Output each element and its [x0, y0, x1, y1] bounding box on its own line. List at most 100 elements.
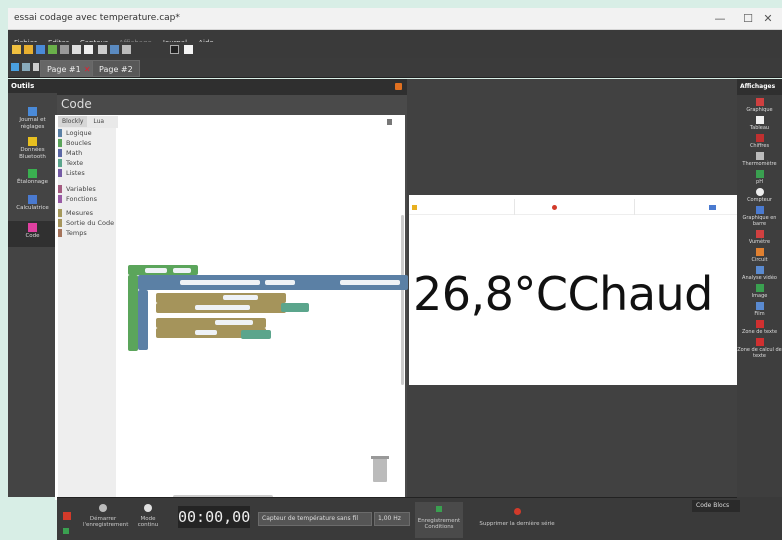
start-recording-label: Démarrer l'enregistrement	[83, 516, 129, 528]
delete-last-series-button[interactable]: Supprimer la dernière série	[475, 508, 559, 527]
console-tab[interactable]: Code Blocs	[692, 500, 740, 512]
block-slot	[195, 305, 250, 310]
block-slot	[340, 280, 400, 285]
paste-icon[interactable]	[84, 45, 93, 54]
undo-icon[interactable]	[110, 45, 119, 54]
tab-page-2[interactable]: Page #2	[92, 60, 140, 77]
display-value: 26,8°CChaud	[413, 267, 713, 321]
redo-icon[interactable]	[122, 45, 131, 54]
cut-icon[interactable]	[60, 45, 69, 54]
text-block[interactable]	[241, 330, 271, 339]
delete-last-series-label: Supprimer la dernière série	[479, 521, 555, 527]
record-icon	[99, 504, 107, 512]
category-label: Variables	[66, 185, 96, 193]
display-item-vumeter[interactable]: Vumètre	[737, 230, 782, 245]
chart-icon	[755, 98, 764, 106]
tab-page-2-label: Page #2	[99, 65, 133, 74]
tool-bluetooth[interactable]: Données Bluetooth	[8, 137, 57, 169]
journal-icon	[28, 107, 37, 116]
display-item-ph[interactable]: pH	[737, 170, 782, 185]
title-bar: essai codage avec temperature.cap* — ☐ ✕	[8, 8, 782, 30]
display-item-label: Thermomètre	[742, 161, 777, 167]
display-item-circuit[interactable]: Circuit	[737, 248, 782, 263]
display-item-counter[interactable]: Compteur	[737, 188, 782, 203]
display-item-calc-zone[interactable]: Zone de calcul de texte	[737, 338, 782, 359]
category-texte[interactable]: Texte	[58, 158, 116, 168]
category-math[interactable]: Math	[58, 148, 116, 158]
pin-icon[interactable]	[395, 83, 402, 90]
tools-panel: Outils Journal et réglages Données Bluet…	[8, 79, 57, 497]
bluetooth-icon	[28, 137, 37, 146]
display-item-video[interactable]: Analyse vidéo	[737, 266, 782, 281]
tool-journal[interactable]: Journal et réglages	[8, 107, 57, 137]
display-item-thermometer[interactable]: Thermomètre	[737, 152, 782, 167]
tool-code[interactable]: Code	[8, 221, 57, 247]
category-fonctions[interactable]: Fonctions	[58, 194, 116, 204]
category-sortie[interactable]: Sortie du Code	[58, 218, 116, 228]
display-item-digits[interactable]: Chiffres	[737, 134, 782, 149]
if-block-body	[138, 290, 148, 350]
add-icon[interactable]	[48, 45, 57, 54]
text-block[interactable]	[281, 303, 309, 312]
display-item-chart[interactable]: Graphique	[737, 98, 782, 113]
tool-calibration[interactable]: Étalonnage	[8, 169, 57, 195]
warning-icon	[412, 205, 417, 210]
grid-icon[interactable]	[22, 63, 30, 71]
display-item-label: Image	[751, 293, 768, 299]
conditions-icon	[436, 506, 442, 512]
home-icon[interactable]	[11, 63, 19, 71]
tool-journal-label: Journal et réglages	[19, 117, 46, 130]
close-tab-icon[interactable]: ✕	[84, 65, 91, 74]
block-slot	[173, 268, 191, 273]
category-listes[interactable]: Listes	[58, 168, 116, 178]
mode-button[interactable]: Mode continu	[131, 504, 165, 528]
display-item-bar-chart[interactable]: Graphique en barre	[737, 206, 782, 227]
category-label: Sortie du Code	[66, 219, 115, 227]
output-block[interactable]	[156, 293, 286, 303]
settings-icon[interactable]	[709, 205, 716, 210]
trash-icon[interactable]	[373, 458, 387, 482]
open-folder-icon[interactable]	[24, 45, 33, 54]
new-file-icon[interactable]	[12, 45, 21, 54]
display-widget[interactable]: 26,8°CChaud	[409, 195, 737, 385]
category-temps[interactable]: Temps	[58, 228, 116, 238]
display-item-text-zone[interactable]: Zone de texte	[737, 320, 782, 335]
tool-calculator[interactable]: Calculatrice	[8, 195, 57, 221]
display-item-film[interactable]: Film	[737, 302, 782, 317]
code-window-title: Code	[61, 97, 92, 111]
category-boucles[interactable]: Boucles	[58, 138, 116, 148]
camera-icon[interactable]	[170, 45, 179, 54]
thermometer-icon	[755, 152, 764, 160]
print-icon[interactable]	[98, 45, 107, 54]
status-icon	[63, 528, 69, 534]
video-icon	[755, 266, 764, 274]
code-icon	[28, 223, 37, 232]
vertical-scrollbar[interactable]	[401, 215, 404, 385]
conditions-button[interactable]: Enregistrement Conditions	[415, 502, 463, 538]
block-slot	[265, 280, 295, 285]
category-mesures[interactable]: Mesures	[58, 208, 116, 218]
category-label: Listes	[66, 169, 85, 177]
trash-lid	[371, 456, 389, 459]
minimize-button[interactable]: —	[706, 10, 734, 28]
workspace-menu-icon[interactable]	[387, 119, 392, 125]
display-item-image[interactable]: Image	[737, 284, 782, 299]
stop-icon[interactable]	[63, 512, 71, 520]
display-item-table[interactable]: Tableau	[737, 116, 782, 131]
start-recording-button[interactable]: Démarrer l'enregistrement	[83, 504, 129, 528]
copy-icon[interactable]	[72, 45, 81, 54]
toolbar	[8, 42, 782, 58]
page-icon[interactable]	[33, 63, 39, 71]
close-window-button[interactable]: ✕	[754, 10, 782, 28]
tab-blockly[interactable]: Blockly	[58, 116, 88, 127]
screenshot-icon[interactable]	[184, 45, 193, 54]
sensor-select[interactable]: Capteur de température sans fil	[258, 512, 372, 526]
tab-page-1[interactable]: Page #1 ✕	[40, 60, 98, 77]
save-icon[interactable]	[36, 45, 45, 54]
category-logique[interactable]: Logique	[58, 128, 116, 138]
rate-select[interactable]: 1,00 Hz	[374, 512, 410, 526]
menu-bar: Fichier Editer Capteur Affichage Journal…	[8, 30, 782, 47]
tab-lua[interactable]: Lua	[89, 116, 108, 127]
category-variables[interactable]: Variables	[58, 184, 116, 194]
film-icon	[755, 302, 764, 310]
